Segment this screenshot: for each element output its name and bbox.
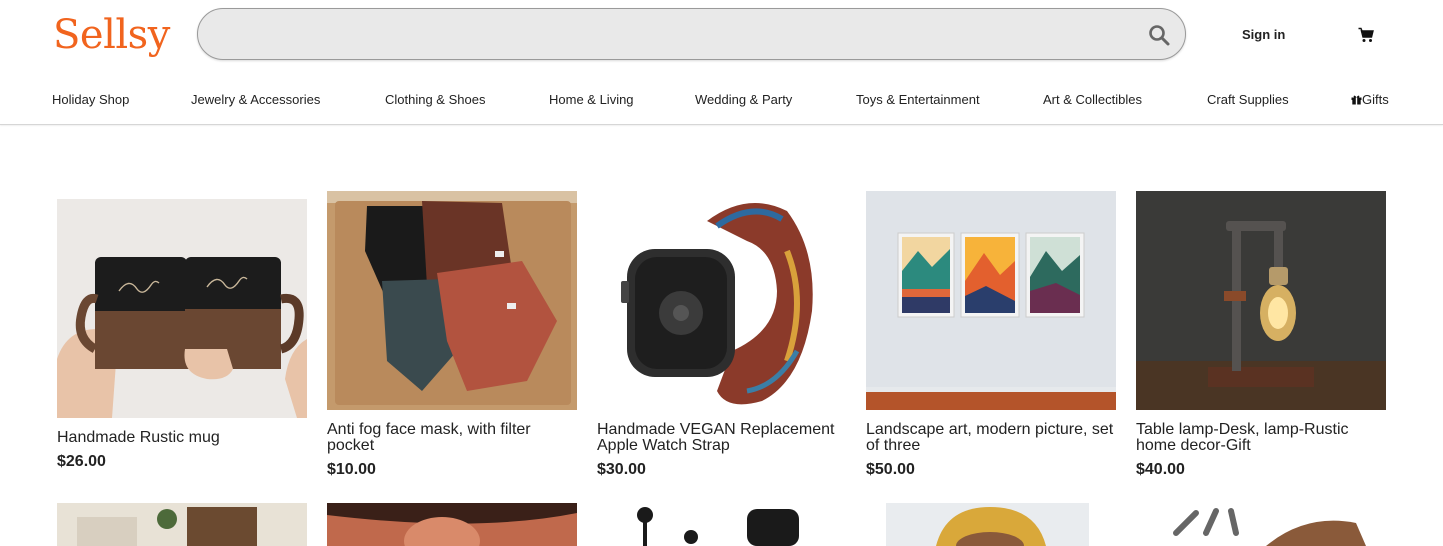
product-title[interactable]: Handmade VEGAN Replacement Apple Watch S… [597, 422, 847, 454]
product-image-leather-goods[interactable] [1136, 503, 1386, 546]
search-bar[interactable] [197, 8, 1186, 60]
nav-item-jewelry-accessories[interactable]: Jewelry & Accessories [191, 92, 320, 107]
product-image-landscape-art[interactable] [866, 191, 1116, 410]
cart-icon[interactable] [1358, 27, 1374, 43]
nav-item-clothing-shoes[interactable]: Clothing & Shoes [385, 92, 485, 107]
site-logo[interactable]: Sellsy [53, 12, 170, 58]
product-price: $10.00 [327, 461, 376, 478]
product-image-face-mask[interactable] [327, 191, 577, 410]
nav-item-gifts-label: Gifts [1362, 92, 1389, 107]
product-title[interactable]: Anti fog face mask, with filter pocket [327, 422, 577, 454]
sign-in-link[interactable]: Sign in [1242, 27, 1285, 42]
product-image-watch-strap[interactable] [597, 191, 847, 410]
product-title[interactable]: Table lamp-Desk, lamp-Rustic home decor-… [1136, 422, 1386, 454]
nav-item-gifts[interactable]: Gifts [1351, 92, 1389, 107]
nav-item-art-collectibles[interactable]: Art & Collectibles [1043, 92, 1142, 107]
product-image-kitchen-tools[interactable] [597, 503, 847, 546]
product-image-furniture[interactable] [57, 503, 307, 546]
nav-item-craft-supplies[interactable]: Craft Supplies [1207, 92, 1289, 107]
product-image-earring[interactable] [327, 503, 577, 546]
nav-item-holiday-shop[interactable]: Holiday Shop [52, 92, 129, 107]
product-title[interactable]: Landscape art, modern picture, set of th… [866, 422, 1116, 454]
product-price: $40.00 [1136, 461, 1185, 478]
gift-icon [1351, 95, 1362, 105]
product-image-knit-hat[interactable] [866, 503, 1116, 546]
product-price: $26.00 [57, 453, 106, 470]
nav-item-wedding-party[interactable]: Wedding & Party [695, 92, 792, 107]
product-price: $50.00 [866, 461, 915, 478]
nav-item-toys-entertainment[interactable]: Toys & Entertainment [856, 92, 980, 107]
nav-item-home-living[interactable]: Home & Living [549, 92, 634, 107]
product-image-table-lamp[interactable] [1136, 191, 1386, 410]
product-image-mug[interactable] [57, 199, 307, 418]
product-title[interactable]: Handmade Rustic mug [57, 430, 307, 446]
search-icon[interactable] [1147, 23, 1171, 47]
category-nav: Holiday Shop Jewelry & Accessories Cloth… [0, 78, 1443, 125]
product-price: $30.00 [597, 461, 646, 478]
site-header: Sellsy Sign in [0, 0, 1443, 70]
